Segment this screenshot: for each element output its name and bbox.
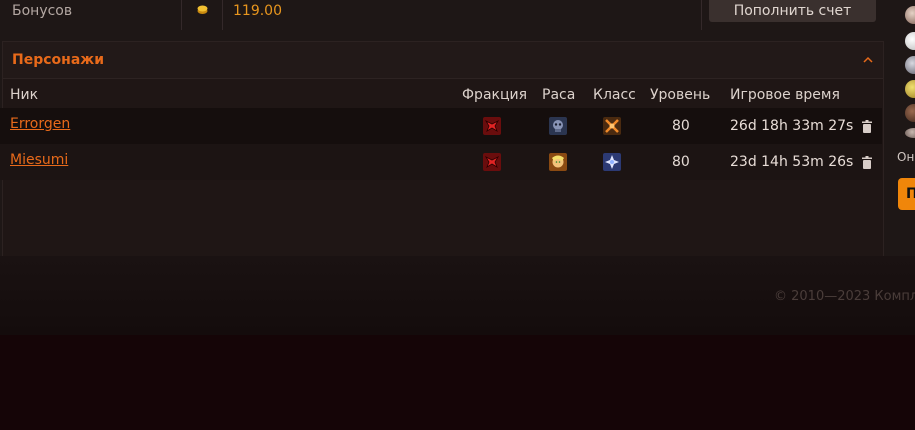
horde-icon (483, 153, 501, 171)
sidebar-action-button[interactable]: П (898, 178, 915, 210)
footer: © 2010—2023 Компл (0, 256, 915, 335)
trash-icon[interactable] (861, 156, 873, 169)
table-row: Miesumi 80 23d 14h 53m 26s (0, 144, 882, 180)
chevron-up-icon[interactable] (862, 54, 874, 66)
column-header-nick: Ник (10, 87, 39, 103)
character-link[interactable]: Miesumi (10, 152, 68, 168)
table-row: Errorgen 80 26d 18h 33m 27s (0, 108, 882, 144)
column-header-faction: Фракция (462, 87, 528, 103)
horde-icon (483, 117, 501, 135)
column-header-class: Класс (593, 87, 636, 103)
column-header-level: Уровень (650, 87, 711, 103)
blood-elf-icon (549, 153, 567, 171)
coin-icon (197, 5, 208, 14)
divider (222, 0, 223, 30)
section-title: Персонажи (12, 52, 105, 68)
bonus-value: 119.00 (233, 3, 282, 19)
trash-icon[interactable] (861, 120, 873, 133)
divider (701, 0, 702, 30)
copyright-text: © 2010—2023 Компл (774, 289, 915, 304)
balance-row: Бонусов 119.00 Пополнить счет (0, 0, 897, 30)
level-value: 80 (672, 118, 690, 134)
warrior-icon (603, 117, 621, 135)
bonus-label: Бонусов (12, 3, 73, 19)
character-link[interactable]: Errorgen (10, 116, 70, 132)
playtime-value: 26d 18h 33m 27s (730, 118, 854, 134)
online-label: Он (897, 150, 915, 164)
column-header-race: Раса (542, 87, 576, 103)
priest-icon (603, 153, 621, 171)
level-value: 80 (672, 154, 690, 170)
column-header-playtime: Игровое время (730, 87, 840, 103)
undead-icon (549, 117, 567, 135)
playtime-value: 23d 14h 53m 26s (730, 154, 854, 170)
characters-header[interactable]: Персонажи (3, 42, 883, 79)
topup-button[interactable]: Пополнить счет (709, 0, 876, 22)
divider (181, 0, 182, 30)
